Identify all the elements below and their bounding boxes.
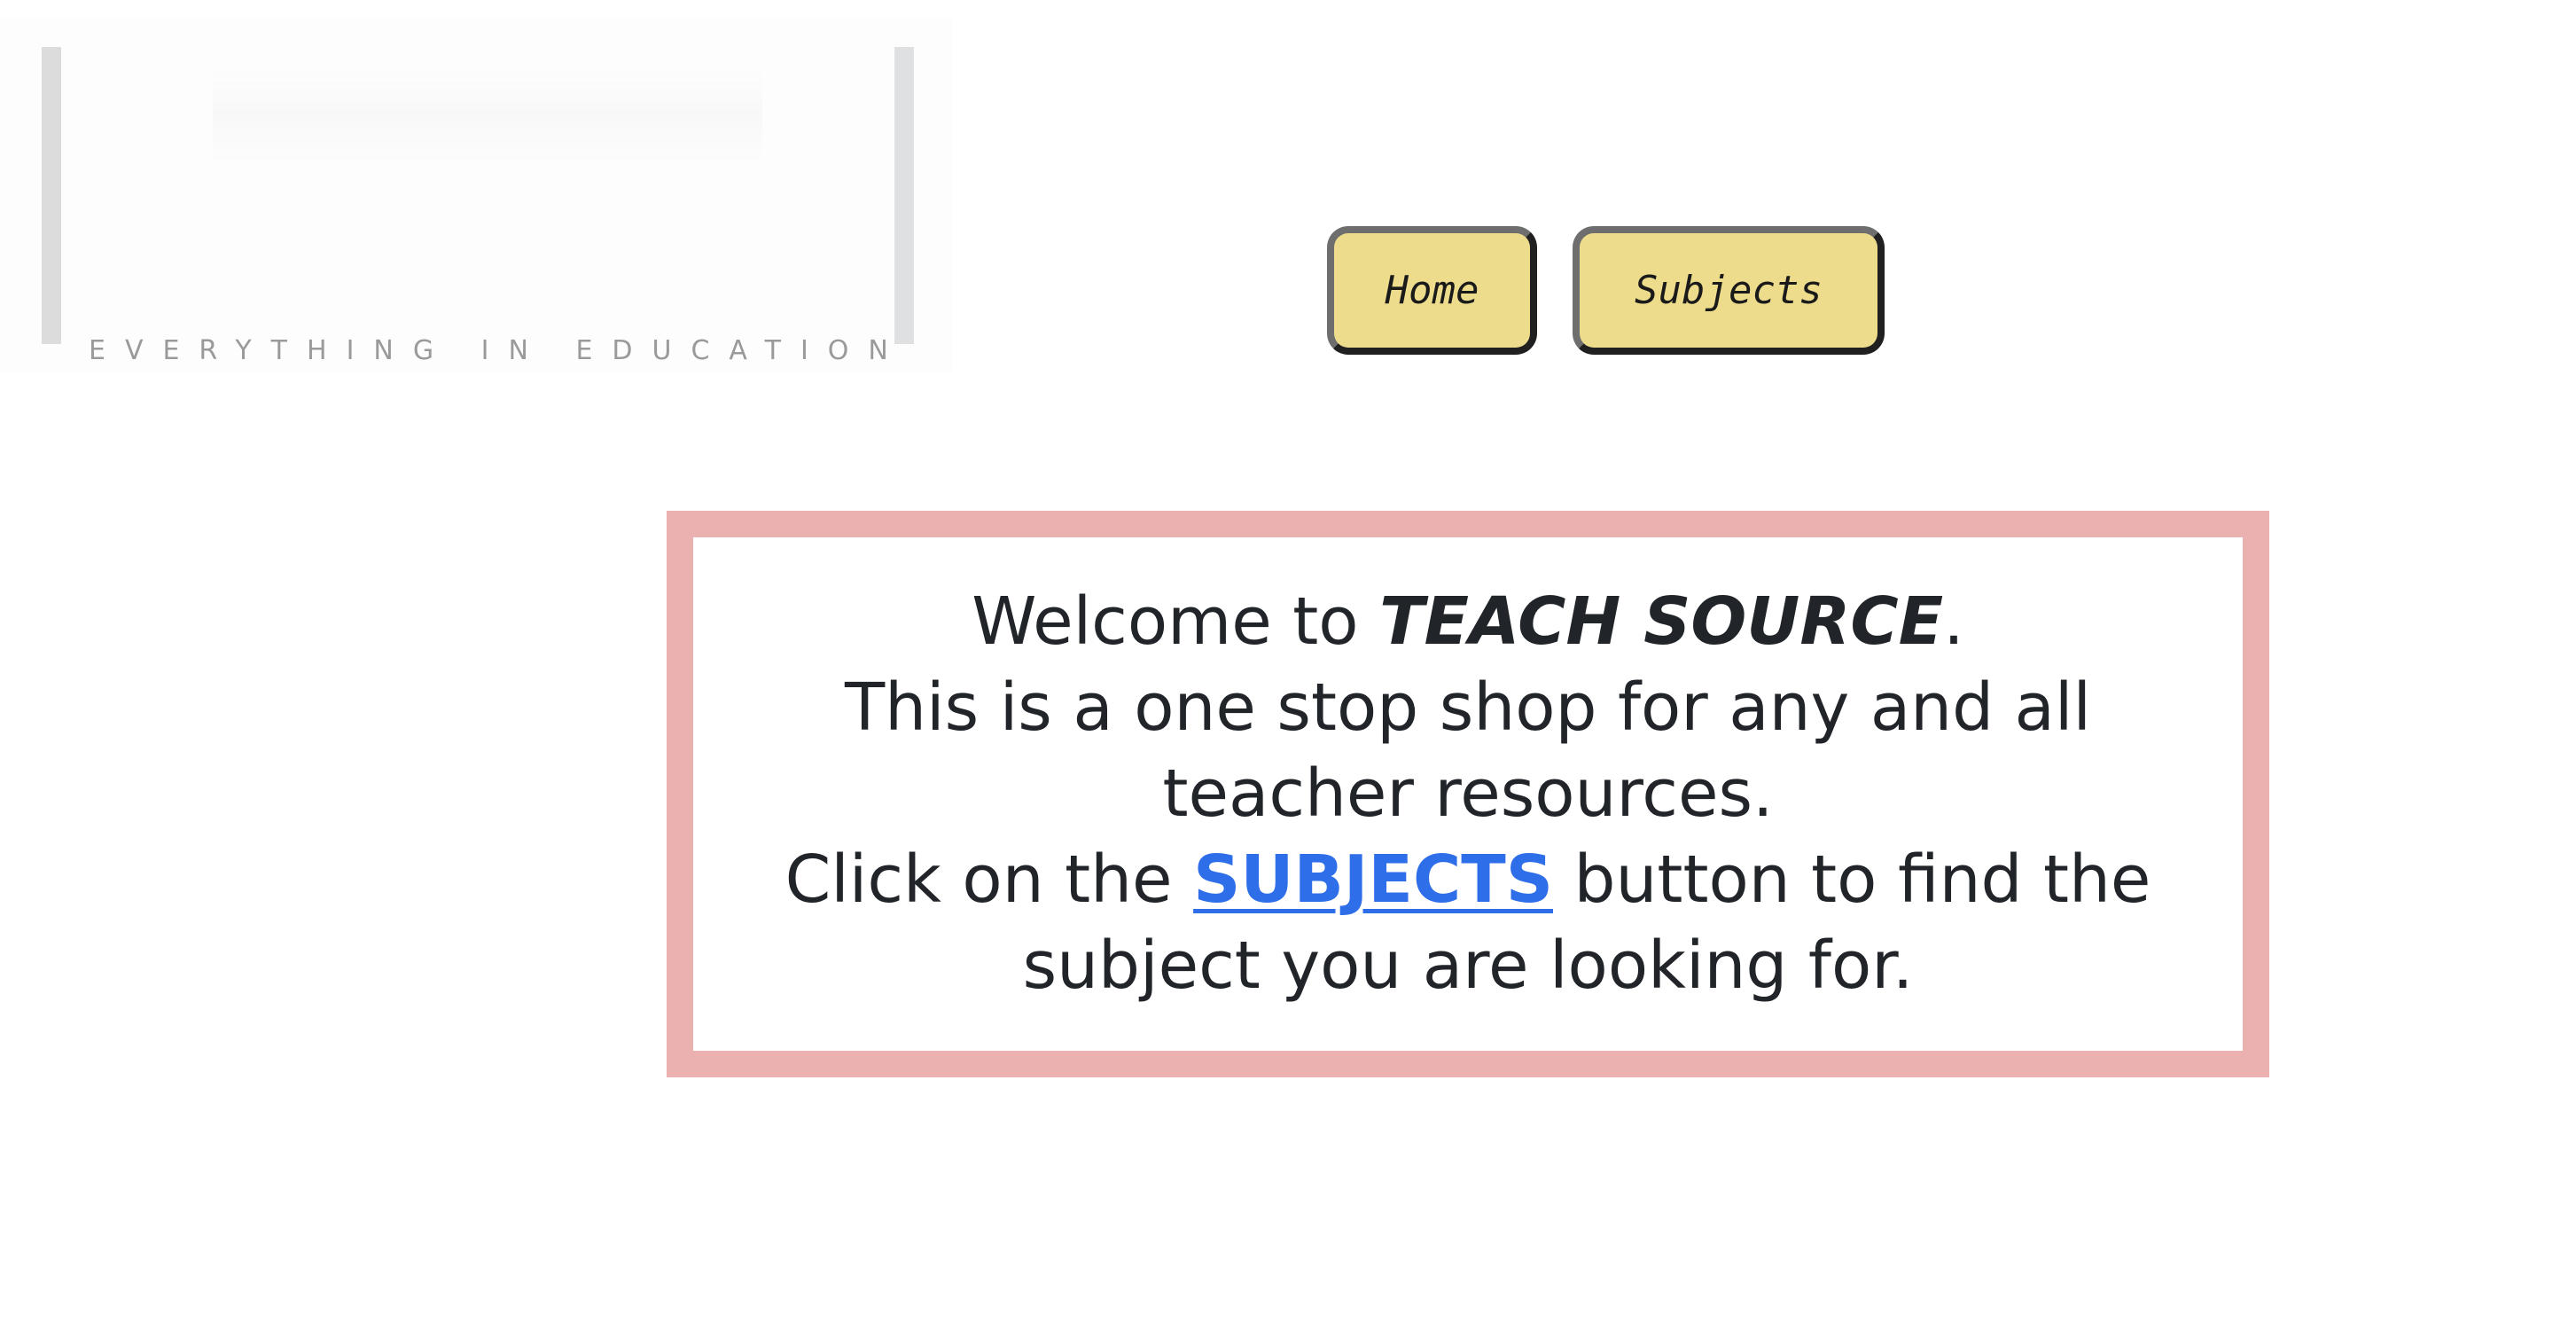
welcome-line3-prefix: Click on the (785, 842, 1194, 918)
subjects-button[interactable]: Subjects (1573, 226, 1885, 355)
welcome-card: Welcome to TEACH SOURCE. This is a one s… (667, 511, 2269, 1077)
brand-name: TEACH SOURCE (1379, 583, 1944, 660)
welcome-line2: This is a one stop shop for any and all … (844, 669, 2092, 832)
logo-left-bar (42, 47, 61, 344)
logo-tagline: EVERYTHING IN EDUCATION (89, 335, 908, 366)
welcome-line1-suffix: . (1943, 583, 1964, 660)
home-button[interactable]: Home (1327, 226, 1537, 355)
site-logo[interactable]: EVERYTHING IN EDUCATION (0, 18, 953, 372)
logo-right-bar (894, 47, 914, 344)
logo-faded-artwork (213, 67, 762, 164)
subjects-link[interactable]: SUBJECTS (1193, 842, 1553, 918)
welcome-line1-prefix: Welcome to (972, 583, 1380, 660)
welcome-message: Welcome to TEACH SOURCE. This is a one s… (723, 579, 2213, 1009)
